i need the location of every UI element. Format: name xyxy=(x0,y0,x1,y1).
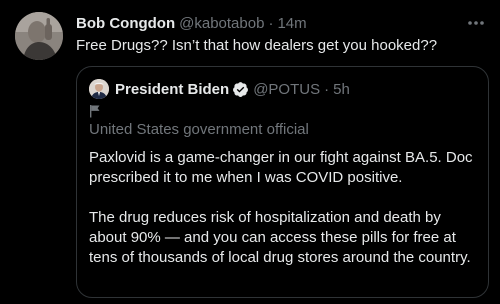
quoted-author-avatar[interactable] xyxy=(89,79,109,99)
verified-badge-icon xyxy=(233,81,249,97)
quoted-author-display-name[interactable]: President Biden xyxy=(115,81,229,98)
author-avatar[interactable] xyxy=(15,12,63,60)
author-avatar-image xyxy=(15,12,63,60)
tweet-text: Free Drugs?? Isn’t that how dealers get … xyxy=(76,37,438,54)
quoted-tweet-paragraph: Paxlovid is a game-changer in our fight … xyxy=(89,149,473,186)
quoted-tweet-paragraph: The drug reduces risk of hospitalization… xyxy=(89,209,471,266)
more-options-button[interactable] xyxy=(466,13,486,33)
quoted-header-separator: · xyxy=(324,80,330,98)
quoted-tweet-header: President Biden @POTUS · 5h xyxy=(89,78,476,100)
author-handle[interactable]: @kabotabob xyxy=(179,15,264,32)
quoted-author-handle[interactable]: @POTUS xyxy=(253,81,320,98)
government-label-row xyxy=(89,103,101,119)
government-official-label: United States government official xyxy=(89,121,309,138)
government-flag-icon xyxy=(90,105,100,118)
tweet-header: Bob Congdon @kabotabob · 14m xyxy=(76,13,460,33)
quoted-tweet-timestamp[interactable]: 5h xyxy=(333,81,350,98)
tweet-timestamp[interactable]: 14m xyxy=(277,15,306,32)
header-separator: · xyxy=(268,14,274,32)
quoted-author-avatar-image xyxy=(89,79,109,99)
more-dots-icon xyxy=(468,21,484,25)
quoted-tweet-text: Paxlovid is a game-changer in our fight … xyxy=(89,148,478,268)
quoted-tweet-card[interactable]: President Biden @POTUS · 5h United State… xyxy=(76,66,489,298)
author-display-name[interactable]: Bob Congdon xyxy=(76,15,175,32)
